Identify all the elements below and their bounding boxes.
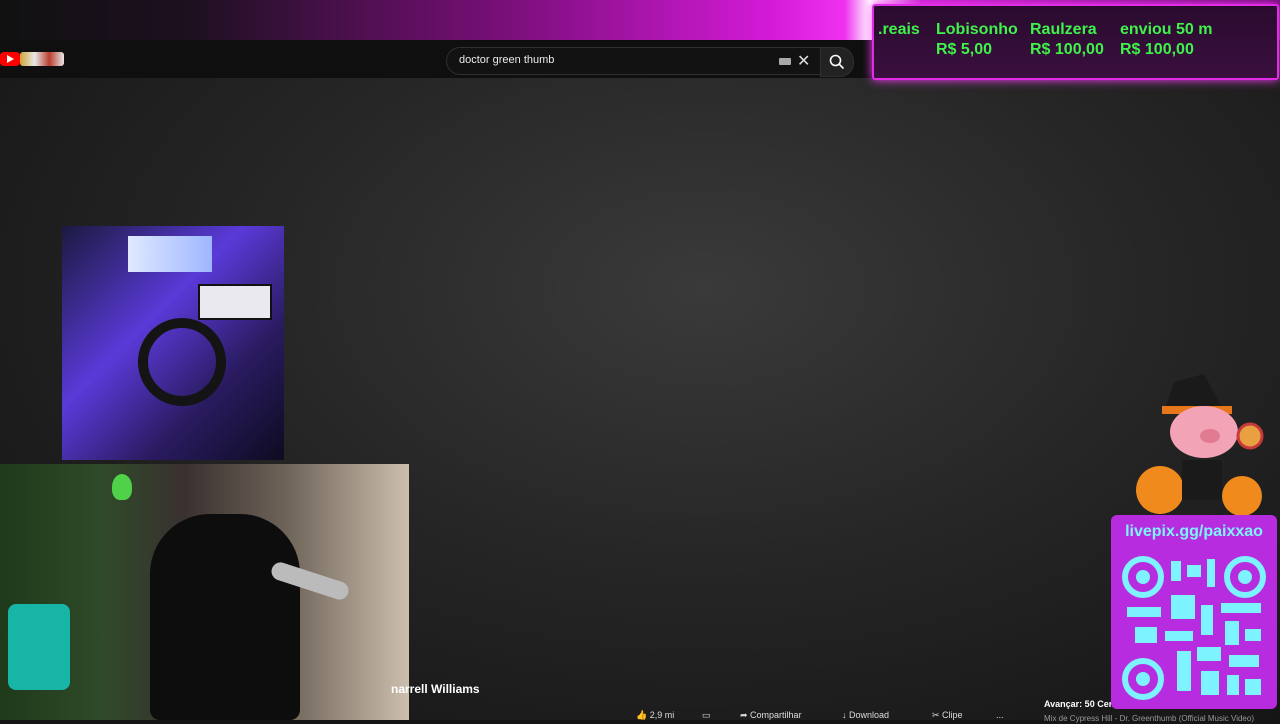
pillow (8, 604, 70, 690)
youtube-logo-icon[interactable] (0, 52, 20, 66)
up-next-label: Avançar: 50 Cen (1044, 699, 1115, 709)
steering-wheel (138, 318, 226, 406)
more-actions-button[interactable]: ... (996, 710, 1004, 720)
rig-monitor (198, 284, 272, 320)
like-button[interactable]: 👍 2,9 mi (636, 710, 674, 721)
youtube-doodle-logo[interactable] (20, 52, 64, 66)
clip-button[interactable]: ✂ Clipe (932, 710, 963, 721)
up-next-title: Mix de Cypress Hill - Dr. Greenthumb (Of… (1044, 714, 1254, 723)
streamer-camera (0, 464, 409, 720)
search-input[interactable]: doctor green thumb ✕ (446, 47, 822, 75)
donation-item: .reais (878, 21, 920, 38)
rig-monitor (128, 236, 212, 272)
donation-ticker: .reais Lobisonho R$ 5,00 Raulzera R$ 100… (872, 4, 1279, 80)
donation-item: Lobisonho R$ 5,00 (936, 21, 1018, 58)
download-button[interactable]: ↓ Download (842, 710, 889, 720)
keyboard-icon[interactable] (779, 58, 791, 65)
sim-rig-camera (62, 226, 284, 460)
donation-item: Raulzera R$ 100,00 (1030, 21, 1104, 58)
video-caption: narrell Williams (391, 682, 480, 696)
alien-decoration (112, 474, 132, 500)
halloween-pig-mascot (1136, 374, 1264, 516)
donation-item: enviou 50 m R$ 100,00 (1120, 21, 1213, 58)
livepix-url: livepix.gg/paixxao (1125, 523, 1263, 540)
search-icon (829, 54, 845, 70)
qr-code-icon (1121, 555, 1267, 701)
channel-avatar[interactable] (10, 704, 150, 720)
search-button[interactable] (820, 47, 854, 77)
dislike-button[interactable]: ▭ (702, 710, 711, 721)
livepix-qr-panel[interactable]: livepix.gg/paixxao (1111, 515, 1277, 709)
streamer (150, 514, 300, 720)
share-button[interactable]: ➦ Compartilhar (740, 710, 802, 721)
search-query: doctor green thumb (459, 54, 555, 66)
clear-search-icon[interactable]: ✕ (797, 51, 810, 71)
